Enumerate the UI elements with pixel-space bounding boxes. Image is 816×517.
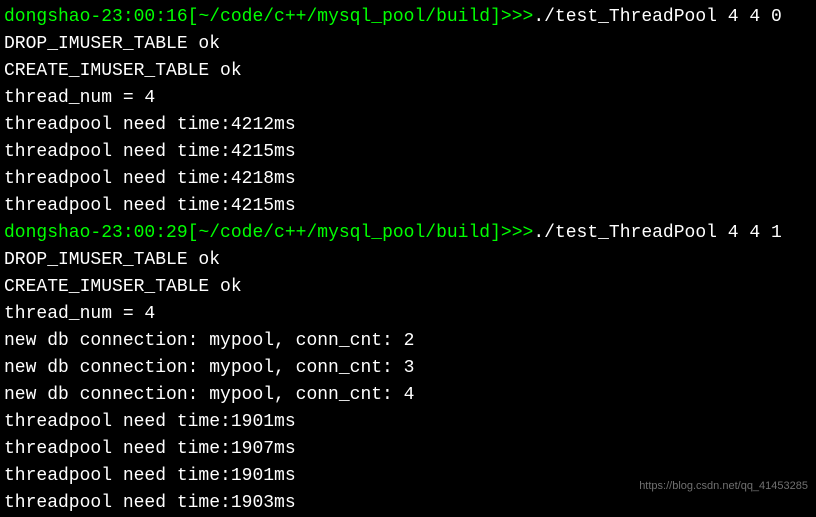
terminal-line: dongshao-23:00:29[~/code/c++/mysql_pool/… xyxy=(4,220,812,247)
terminal-output: dongshao-23:00:16[~/code/c++/mysql_pool/… xyxy=(4,4,812,517)
output-text: new db connection: mypool, conn_cnt: 2 xyxy=(4,331,414,351)
output-text: threadpool need time:1903ms xyxy=(4,493,296,513)
terminal-line: threadpool need time:1907ms xyxy=(4,436,812,463)
terminal-line: new db connection: mypool, conn_cnt: 4 xyxy=(4,382,812,409)
terminal-line: new db connection: mypool, conn_cnt: 2 xyxy=(4,328,812,355)
output-text: threadpool need time:1901ms xyxy=(4,412,296,432)
terminal-line: CREATE_IMUSER_TABLE ok xyxy=(4,274,812,301)
output-text: threadpool need time:4212ms xyxy=(4,115,296,135)
output-text: DROP_IMUSER_TABLE ok xyxy=(4,250,220,270)
output-text: CREATE_IMUSER_TABLE ok xyxy=(4,277,242,297)
terminal-line: threadpool need time:4212ms xyxy=(4,112,812,139)
command-text: ./test_ThreadPool 4 4 1 xyxy=(533,223,781,243)
prompt-arrows: >>> xyxy=(501,7,533,27)
terminal-line: thread_num = 4 xyxy=(4,301,812,328)
prompt-path: [~/code/c++/mysql_pool/build] xyxy=(188,7,501,27)
output-text: threadpool need time:1907ms xyxy=(4,439,296,459)
output-text: new db connection: mypool, conn_cnt: 3 xyxy=(4,358,414,378)
terminal-line: threadpool need time:1903ms xyxy=(4,490,812,517)
output-text: new db connection: mypool, conn_cnt: 4 xyxy=(4,385,414,405)
output-text: threadpool need time:4215ms xyxy=(4,196,296,216)
terminal-line: DROP_IMUSER_TABLE ok xyxy=(4,31,812,58)
command-text: ./test_ThreadPool 4 4 0 xyxy=(533,7,781,27)
terminal-line: threadpool need time:4215ms xyxy=(4,193,812,220)
output-text: threadpool need time:1901ms xyxy=(4,466,296,486)
terminal-line: thread_num = 4 xyxy=(4,85,812,112)
prompt-user: dongshao-23:00:29 xyxy=(4,223,188,243)
terminal-line: threadpool need time:1901ms xyxy=(4,409,812,436)
output-text: threadpool need time:4218ms xyxy=(4,169,296,189)
output-text: DROP_IMUSER_TABLE ok xyxy=(4,34,220,54)
terminal-line: dongshao-23:00:16[~/code/c++/mysql_pool/… xyxy=(4,4,812,31)
watermark-text: https://blog.csdn.net/qq_41453285 xyxy=(639,478,808,495)
output-text: thread_num = 4 xyxy=(4,304,155,324)
terminal-line: DROP_IMUSER_TABLE ok xyxy=(4,247,812,274)
prompt-user: dongshao-23:00:16 xyxy=(4,7,188,27)
terminal-line: threadpool need time:4215ms xyxy=(4,139,812,166)
output-text: threadpool need time:4215ms xyxy=(4,142,296,162)
terminal-line: threadpool need time:4218ms xyxy=(4,166,812,193)
output-text: thread_num = 4 xyxy=(4,88,155,108)
terminal-line: CREATE_IMUSER_TABLE ok xyxy=(4,58,812,85)
output-text: CREATE_IMUSER_TABLE ok xyxy=(4,61,242,81)
terminal-line: new db connection: mypool, conn_cnt: 3 xyxy=(4,355,812,382)
prompt-arrows: >>> xyxy=(501,223,533,243)
prompt-path: [~/code/c++/mysql_pool/build] xyxy=(188,223,501,243)
